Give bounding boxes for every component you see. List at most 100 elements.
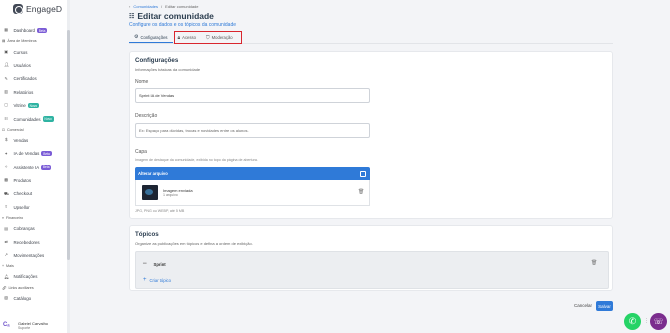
- sidebar-item-16[interactable]: ▤ Cobranças: [0, 222, 67, 235]
- sidebar-section-15: ¤ Financeiro: [0, 214, 67, 222]
- dollar-icon: $: [5, 137, 8, 143]
- community-icon: ☷: [4, 115, 9, 121]
- ai-icon: ✦: [4, 150, 8, 156]
- sidebar-item-5[interactable]: ▥ Relatórios: [0, 86, 67, 99]
- page-subtitle: Configure os dados e os tópicos da comun…: [129, 22, 237, 28]
- breadcrumb-separator: /: [161, 4, 163, 9]
- status-badge: Novo: [42, 116, 54, 122]
- sidebar-item-7[interactable]: ☷ Comunidades Novo: [0, 112, 67, 125]
- sidebar-item-13[interactable]: ⛟ Checkout: [0, 187, 67, 200]
- money-icon: ¤: [2, 216, 4, 221]
- course-icon: ▣: [4, 48, 9, 54]
- sidebar-section-8: ⊡ Comercial: [0, 126, 67, 134]
- description-placeholder: Ex: Espaço para dúvidas, trocas e novida…: [139, 128, 249, 133]
- cart-icon: ⊡: [2, 127, 5, 132]
- sidebar-item-label: Comunidades: [13, 116, 41, 122]
- sidebar-item-label: Dashboard: [13, 28, 35, 34]
- user-profile[interactable]: Cₐ Gabriel Carvalho Suporte: [0, 318, 67, 333]
- sidebar-item-3[interactable]: 👤︎ Usuários: [0, 59, 67, 72]
- description-label: Descrição: [135, 113, 158, 119]
- name-input[interactable]: Sprint IA de Vendas: [135, 88, 370, 103]
- breadcrumb-current: Editar comunidade: [165, 4, 199, 9]
- file-thumbnail: [142, 185, 158, 200]
- upsell-icon: ⇪: [4, 204, 8, 210]
- name-label: Nome: [135, 79, 149, 85]
- topic-item[interactable]: ═ Sprint 🗑︎: [143, 259, 603, 269]
- tab-settings[interactable]: ⚙ Configurações: [129, 32, 173, 43]
- drag-handle-icon[interactable]: ═: [143, 261, 147, 267]
- company-logo-icon: Cₐ: [3, 321, 10, 328]
- sidebar-nav: ▦ Dashboard Beta ▤ Área de Membros ▣ Cursos 👤︎ U…: [0, 24, 67, 305]
- change-file-button[interactable]: Alterar arquivo: [135, 167, 370, 180]
- sidebar-item-label: Links auxiliares: [8, 285, 34, 290]
- chat-button[interactable]: ☏: [650, 313, 667, 330]
- app-logo[interactable]: EngageD: [13, 4, 62, 14]
- plus-icon: +: [143, 277, 147, 283]
- trash-icon[interactable]: 🗑︎: [591, 260, 597, 266]
- sidebar-item-label: Movimentações: [13, 253, 45, 259]
- chart-icon: ↗: [4, 252, 8, 258]
- back-arrow-icon[interactable]: ‹: [129, 4, 130, 9]
- sidebar-item-label: Assistente IA: [13, 164, 40, 170]
- sidebar-item-label: Cursos: [13, 49, 28, 55]
- sidebar-item-4[interactable]: ✎ Certificados: [0, 72, 67, 85]
- trash-icon[interactable]: 🗑︎: [358, 189, 364, 195]
- checkbox-icon[interactable]: [360, 170, 366, 177]
- sidebar-item-label: Recebedores: [13, 239, 40, 245]
- sidebar-item-label: Cobranças: [13, 226, 35, 232]
- topics-card: Tópicos Organize as publicações em tópic…: [129, 225, 613, 291]
- sidebar-item-9[interactable]: $ Vendas: [0, 134, 67, 147]
- sidebar-item-label: Relatórios: [13, 89, 34, 95]
- sidebar-item-label: Certificados: [13, 76, 37, 82]
- gear-icon: ⚙: [134, 34, 139, 40]
- community-icon: ☷: [129, 13, 135, 20]
- create-topic-label: Criar tópico: [149, 277, 171, 283]
- cancel-button[interactable]: Cancelar: [574, 303, 592, 308]
- sidebar-item-12[interactable]: ▩ Produtos: [0, 174, 67, 187]
- breadcrumb-link-communities[interactable]: Comunidades: [133, 4, 158, 9]
- catalog-icon: ▧: [4, 295, 9, 301]
- sidebar-item-label: Usuários: [13, 62, 31, 68]
- sidebar-item-label: Financeiro: [5, 216, 24, 221]
- cover-hint: Imagem de destaque da comunidade, exibid…: [135, 158, 258, 162]
- sidebar-item-2[interactable]: ▣ Cursos: [0, 45, 67, 58]
- sidebar-item-label: Produtos: [13, 178, 32, 184]
- sidebar-item-label: Área de Membros: [7, 39, 37, 44]
- description-input[interactable]: Ex: Espaço para dúvidas, trocas e novida…: [135, 123, 370, 138]
- sidebar-item-label: Notificações: [13, 274, 38, 280]
- sidebar-item-18[interactable]: ↗ Movimentações: [0, 249, 67, 262]
- create-topic-button[interactable]: + Criar tópico: [143, 277, 171, 283]
- plus-icon: +: [2, 264, 5, 269]
- sidebar-item-17[interactable]: ⇄ Recebedores: [0, 235, 67, 248]
- settings-subtitle: Informações básicas da comunidade: [135, 67, 201, 72]
- sidebar-item-14[interactable]: ⇪ Upsellor: [0, 201, 67, 214]
- sidebar-section-21: 🔗︎ Links auxiliares: [0, 284, 67, 292]
- save-button[interactable]: Salvar: [596, 301, 613, 311]
- sidebar-section-1: ▤ Área de Membros: [0, 37, 67, 45]
- certificate-icon: ✎: [4, 75, 8, 81]
- sidebar-item-11[interactable]: ✧ Assistente IA Beta: [0, 161, 67, 174]
- sidebar-item-0[interactable]: ▦ Dashboard Beta: [0, 24, 67, 37]
- sidebar-item-20[interactable]: 🔔︎ Notificações: [0, 270, 67, 283]
- sidebar-section-19: + Mais: [0, 262, 67, 270]
- topics-title: Tópicos: [135, 231, 159, 238]
- chat-icon: ☏: [653, 317, 664, 326]
- sidebar-item-22[interactable]: ▧ Catálogo: [0, 292, 67, 305]
- sidebar-item-label: Vitrine: [13, 103, 26, 109]
- sidebar-item-label: Comercial: [6, 127, 24, 132]
- sidebar: EngageD ▦ Dashboard Beta ▤ Área de Membros ▣ C…: [0, 0, 70, 333]
- checkout-icon: ⛟: [4, 190, 10, 196]
- sidebar-item-label: Upsellor: [13, 204, 30, 210]
- page-title: ☷ Editar comunidade: [129, 11, 214, 21]
- box-icon: ▩: [4, 177, 9, 183]
- topic-name: Sprint: [153, 261, 166, 267]
- name-input-value: Sprint IA de Vendas: [139, 93, 175, 98]
- sidebar-item-label: Catálogo: [13, 295, 32, 301]
- sidebar-item-10[interactable]: ✦ IA de Vendas Beta: [0, 147, 67, 160]
- tab-label: Configurações: [140, 34, 168, 40]
- change-file-label: Alterar arquivo: [138, 171, 168, 176]
- sidebar-item-label: IA de Vendas: [13, 151, 40, 157]
- whatsapp-button[interactable]: ✆: [624, 313, 641, 330]
- sidebar-item-6[interactable]: ▢ Vitrine Novo: [0, 99, 67, 112]
- status-badge: Beta: [36, 28, 48, 34]
